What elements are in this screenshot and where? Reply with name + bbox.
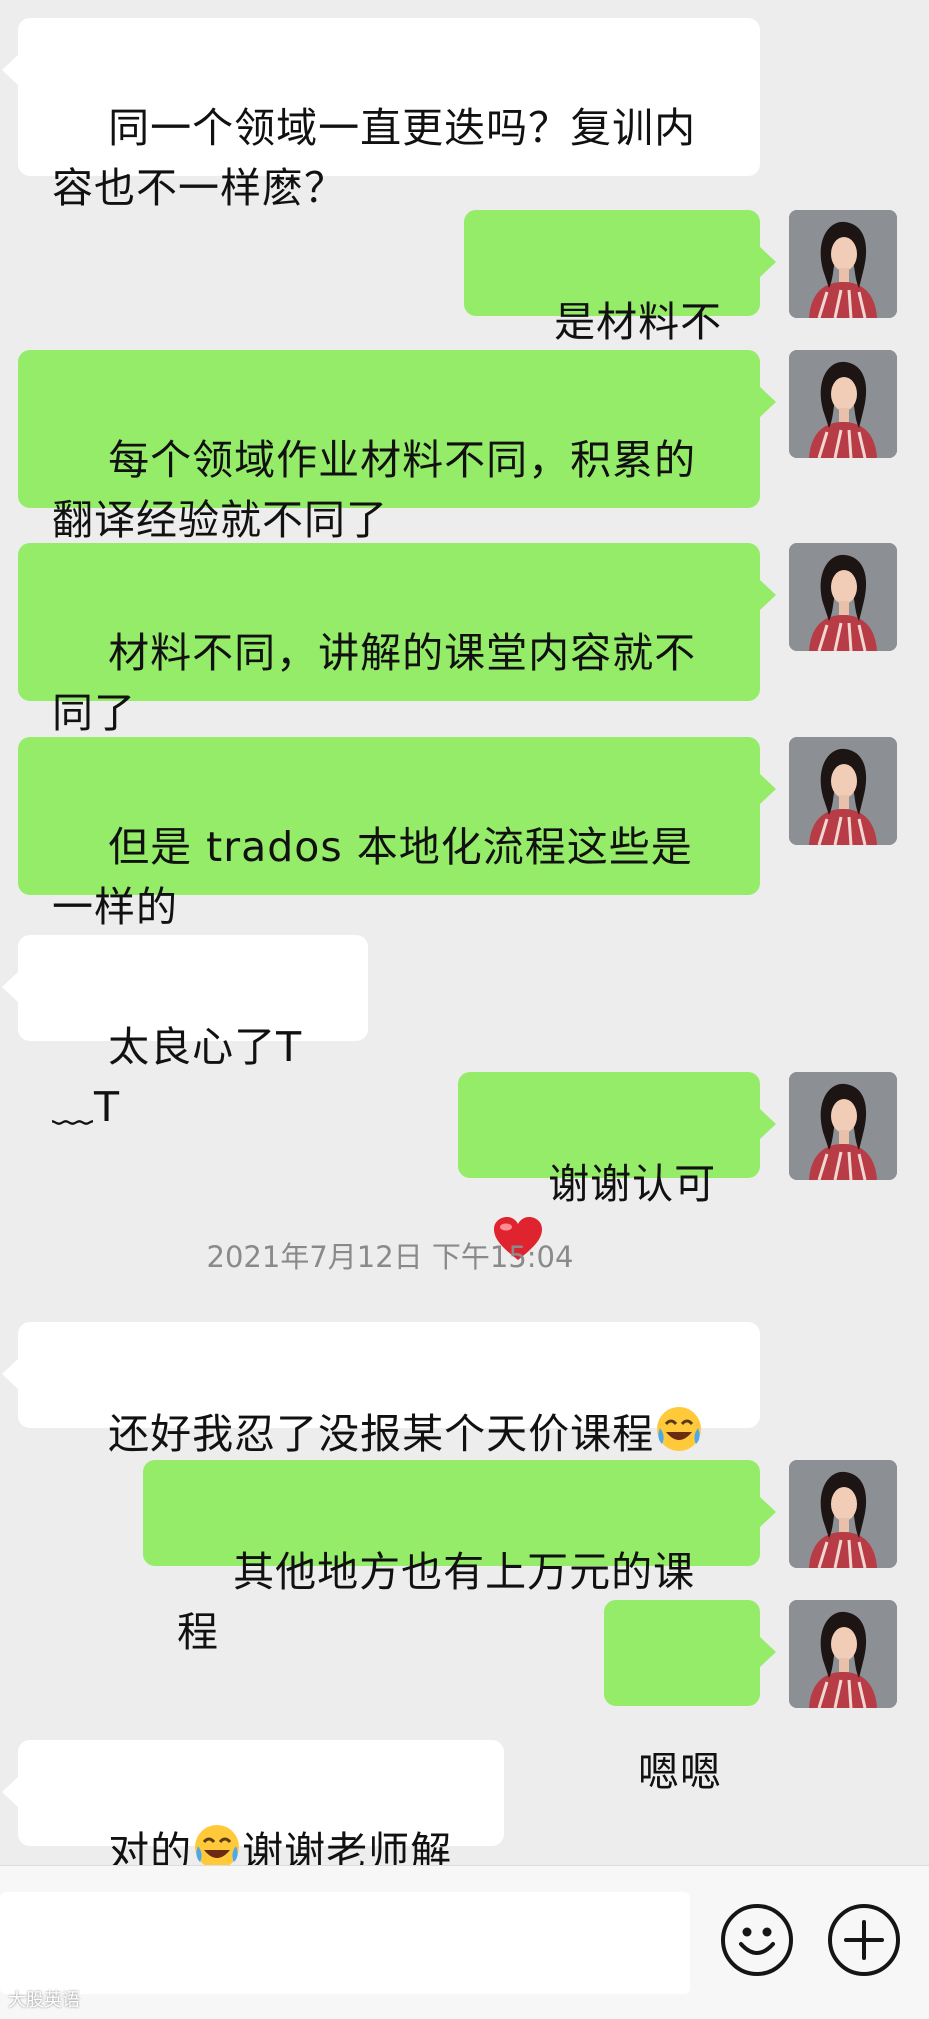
avatar-portrait-icon — [789, 1072, 897, 1180]
avatar-portrait-icon — [789, 1600, 897, 1708]
avatar-portrait-icon — [789, 543, 897, 651]
message-text: 嗯嗯 — [638, 1748, 722, 1796]
avatar[interactable] — [789, 1072, 897, 1180]
avatar-portrait-icon — [789, 737, 897, 845]
incoming-message-bubble[interactable]: 同一个领域一直更迭吗？复训内容也不一样麽？ — [2, 18, 760, 212]
message-text: 每个领域作业材料不同，积累的翻译经验就不同了 — [52, 436, 697, 544]
outgoing-message-bubble[interactable]: 其他地方也有上万元的课程 — [143, 1460, 776, 1656]
message-text: 还好我忍了没报某个天价课程 — [108, 1410, 655, 1458]
outgoing-message-bubble[interactable]: 材料不同，讲解的课堂内容就不同了 — [18, 543, 776, 737]
message-input-bar — [0, 1865, 929, 2019]
outgoing-message-bubble[interactable]: 谢谢认可 — [458, 1072, 776, 1260]
message-timestamp: 2021年7月12日 下午15:04 — [206, 1240, 574, 1274]
incoming-message-bubble[interactable]: 对的谢谢老师解答 — [2, 1740, 504, 1942]
avatar-portrait-icon — [789, 210, 897, 318]
incoming-message-bubble[interactable]: 太良心了T﹏T — [2, 935, 368, 1131]
avatar-portrait-icon — [789, 350, 897, 458]
message-text: 但是 trados 本地化流程这些是一样的 — [52, 823, 693, 931]
plus-icon — [844, 1920, 884, 1960]
avatar-portrait-icon — [789, 1460, 897, 1568]
message-text: 同一个领域一直更迭吗？复训内容也不一样麽？ — [52, 104, 697, 212]
chat-message-list[interactable]: 同一个领域一直更迭吗？复训内容也不一样麽？ 是材料不同 每个领域作业材料不同，积… — [0, 0, 929, 1942]
message-text: 太良心了T﹏T — [52, 1023, 303, 1131]
avatar[interactable] — [789, 737, 897, 845]
outgoing-message-bubble[interactable]: 每个领域作业材料不同，积累的翻译经验就不同了 — [18, 350, 776, 544]
avatar[interactable] — [789, 1460, 897, 1568]
incoming-message-bubble[interactable]: 还好我忍了没报某个天价课程 — [2, 1322, 760, 1458]
avatar[interactable] — [789, 350, 897, 458]
avatar[interactable] — [789, 210, 897, 318]
avatar[interactable] — [789, 543, 897, 651]
outgoing-message-bubble[interactable]: 是材料不同 — [464, 210, 776, 406]
outgoing-message-bubble[interactable]: 嗯嗯 — [604, 1600, 776, 1796]
smiley-icon — [739, 1927, 775, 1955]
avatar[interactable] — [789, 1600, 897, 1708]
message-text: 谢谢认可 — [548, 1160, 717, 1208]
plus-button[interactable] — [828, 1904, 900, 1976]
message-input[interactable] — [0, 1892, 690, 1994]
watermark: 大股英语 — [8, 1990, 80, 2011]
message-text: 材料不同，讲解的课堂内容就不同了 — [52, 629, 697, 737]
outgoing-message-bubble[interactable]: 但是 trados 本地化流程这些是一样的 — [18, 737, 776, 931]
emoji-button[interactable] — [721, 1904, 793, 1976]
